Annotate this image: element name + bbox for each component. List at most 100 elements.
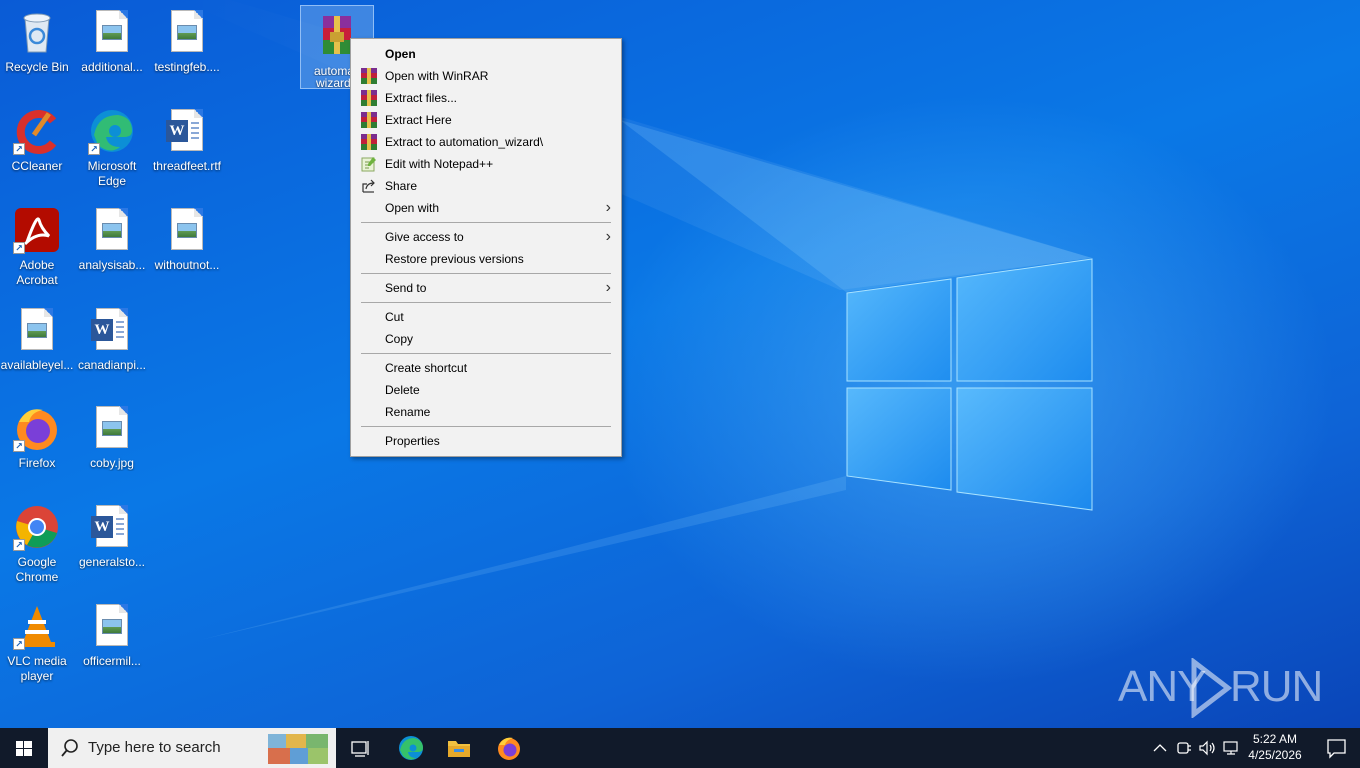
network-device-icon[interactable] xyxy=(1174,738,1194,758)
menu-label: Send to xyxy=(385,281,427,295)
desktop-icon-vlc[interactable]: ↗ VLC media player xyxy=(0,596,74,692)
desktop-icon-coby[interactable]: coby.jpg xyxy=(75,398,149,490)
taskbar-firefox-button[interactable] xyxy=(485,728,533,768)
desktop-icon-availableyel[interactable]: availableyel... xyxy=(0,300,74,392)
clock-time: 5:22 AM xyxy=(1252,732,1298,746)
menu-separator xyxy=(361,302,611,303)
menu-item-restore-versions[interactable]: Restore previous versions xyxy=(351,248,621,270)
play-icon xyxy=(1191,658,1233,718)
desktop[interactable]: Recycle Bin ↗ CCleaner ↗ Adobe Acrobat a… xyxy=(0,0,1360,728)
menu-item-open-with[interactable]: Open with › xyxy=(351,197,621,219)
desktop-icon-google-chrome[interactable]: ↗ Google Chrome xyxy=(0,497,74,593)
menu-label: Edit with Notepad++ xyxy=(385,157,494,171)
context-menu: Open Open with WinRAR Extract files... E… xyxy=(350,38,622,457)
taskbar-edge-button[interactable] xyxy=(387,728,435,768)
ccleaner-icon: ↗ xyxy=(13,107,61,155)
shortcut-arrow-icon: ↗ xyxy=(13,143,25,155)
icon-label: VLC media player xyxy=(7,654,67,683)
menu-label: Extract Here xyxy=(385,113,452,127)
network-icon[interactable] xyxy=(1221,738,1241,758)
chevron-up-icon[interactable] xyxy=(1150,738,1170,758)
notepadpp-icon xyxy=(361,156,377,172)
menu-separator xyxy=(361,222,611,223)
menu-label: Extract to automation_wizard\ xyxy=(385,135,544,149)
taskbar-clock[interactable]: 5:22 AM 4/25/2026 xyxy=(1244,731,1306,763)
desktop-icon-canadianpi[interactable]: W canadianpi... xyxy=(75,300,149,392)
menu-separator xyxy=(361,273,611,274)
menu-item-share[interactable]: Share xyxy=(351,175,621,197)
menu-item-open[interactable]: Open xyxy=(351,43,621,65)
winrar-icon xyxy=(361,90,377,106)
firefox-icon xyxy=(498,737,520,760)
menu-item-rename[interactable]: Rename xyxy=(351,401,621,423)
search-placeholder: Type here to search xyxy=(88,739,221,756)
winrar-icon xyxy=(361,134,377,150)
task-view-button[interactable] xyxy=(336,728,384,768)
icon-label: coby.jpg xyxy=(90,456,134,470)
task-view-icon xyxy=(351,741,369,757)
menu-item-copy[interactable]: Copy xyxy=(351,328,621,350)
menu-item-extract-to-folder[interactable]: Extract to automation_wizard\ xyxy=(351,131,621,153)
menu-label: Extract files... xyxy=(385,91,458,105)
icon-label: CCleaner xyxy=(11,159,63,173)
image-file-icon xyxy=(163,206,211,254)
menu-item-properties[interactable]: Properties xyxy=(351,430,621,452)
desktop-icon-threadfeet[interactable]: W threadfeet.rtf xyxy=(150,101,224,193)
desktop-icon-withoutnot[interactable]: withoutnot... xyxy=(150,200,224,292)
menu-label: Copy xyxy=(385,332,414,346)
menu-item-cut[interactable]: Cut xyxy=(351,306,621,328)
notification-icon xyxy=(1327,739,1346,759)
image-file-icon xyxy=(163,8,211,56)
word-document-icon: W xyxy=(88,306,136,354)
winrar-icon xyxy=(361,68,377,84)
desktop-icon-testingfeb[interactable]: testingfeb.... xyxy=(150,2,224,94)
chevron-right-icon: › xyxy=(605,199,611,216)
menu-item-create-shortcut[interactable]: Create shortcut xyxy=(351,357,621,379)
chevron-right-icon: › xyxy=(605,228,611,245)
desktop-icon-officermil[interactable]: officermil... xyxy=(75,596,149,688)
icon-label: canadianpi... xyxy=(77,358,147,372)
desktop-icon-ccleaner[interactable]: ↗ CCleaner xyxy=(0,101,74,193)
google-chrome-icon: ↗ xyxy=(13,503,61,551)
vlc-icon: ↗ xyxy=(13,602,61,650)
menu-item-delete[interactable]: Delete xyxy=(351,379,621,401)
menu-item-edit-notepadpp[interactable]: Edit with Notepad++ xyxy=(351,153,621,175)
watermark-right: RUN xyxy=(1230,662,1323,711)
desktop-icon-adobe-acrobat[interactable]: ↗ Adobe Acrobat xyxy=(0,200,74,296)
action-center-button[interactable] xyxy=(1316,728,1356,768)
volume-icon[interactable] xyxy=(1197,738,1217,758)
firefox-icon: ↗ xyxy=(13,404,61,452)
word-document-icon: W xyxy=(163,107,211,155)
icon-label: Adobe Acrobat xyxy=(16,258,58,287)
menu-item-extract-files[interactable]: Extract files... xyxy=(351,87,621,109)
menu-label: Share xyxy=(385,179,418,193)
icon-label: analysisab... xyxy=(78,258,146,272)
desktop-icon-microsoft-edge[interactable]: ↗ Microsoft Edge xyxy=(75,101,149,193)
start-button[interactable] xyxy=(0,728,48,768)
menu-label: Rename xyxy=(385,405,431,419)
image-file-icon xyxy=(88,602,136,650)
image-file-icon xyxy=(13,306,61,354)
icon-label: withoutnot... xyxy=(154,258,220,272)
image-file-icon xyxy=(88,404,136,452)
menu-item-give-access[interactable]: Give access to › xyxy=(351,226,621,248)
microsoft-edge-icon xyxy=(399,736,423,760)
menu-item-send-to[interactable]: Send to › xyxy=(351,277,621,299)
microsoft-edge-icon: ↗ xyxy=(88,107,136,155)
desktop-icon-additional[interactable]: additional... xyxy=(75,2,149,94)
icon-label: Google Chrome xyxy=(15,555,59,584)
desktop-icon-recycle-bin[interactable]: Recycle Bin xyxy=(0,2,74,94)
desktop-icon-firefox[interactable]: ↗ Firefox xyxy=(0,398,74,490)
taskbar-file-explorer-button[interactable] xyxy=(435,728,483,768)
puzzle-highlight-icon xyxy=(268,734,328,764)
icon-label: Microsoft Edge xyxy=(87,159,137,188)
windows-start-icon xyxy=(16,741,32,756)
menu-item-extract-here[interactable]: Extract Here xyxy=(351,109,621,131)
icon-label: Recycle Bin xyxy=(5,60,69,74)
menu-item-open-with-winrar[interactable]: Open with WinRAR xyxy=(351,65,621,87)
menu-label: Delete xyxy=(385,383,420,397)
shortcut-arrow-icon: ↗ xyxy=(13,440,25,452)
desktop-icon-generalsto[interactable]: W generalsto... xyxy=(75,497,149,589)
desktop-icon-analysisab[interactable]: analysisab... xyxy=(75,200,149,292)
taskbar-search[interactable]: Type here to search xyxy=(48,728,336,768)
